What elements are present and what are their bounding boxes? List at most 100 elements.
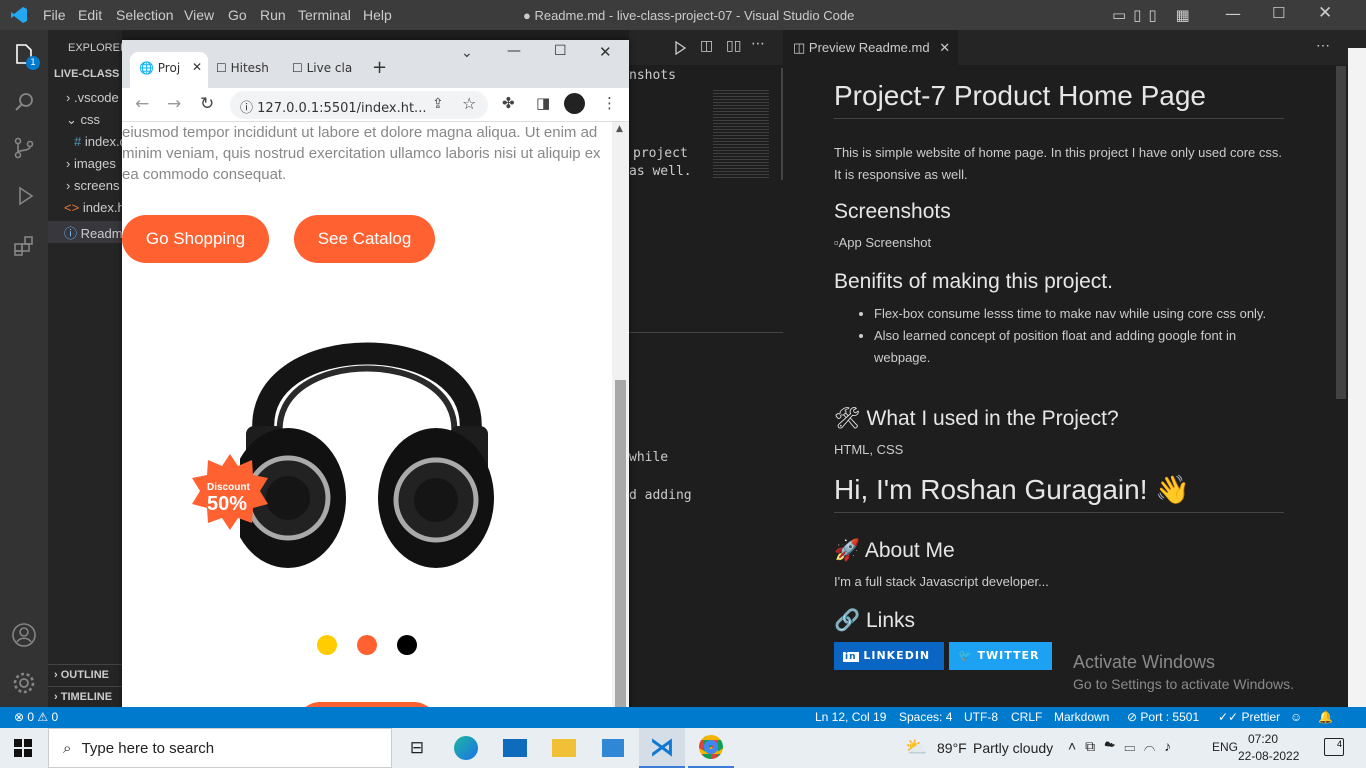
language-mode[interactable]: Markdown bbox=[1054, 710, 1109, 724]
share-icon[interactable]: ⇪ bbox=[432, 96, 444, 112]
account-icon[interactable] bbox=[11, 622, 37, 648]
open-preview-icon[interactable]: ◫ bbox=[700, 38, 713, 54]
tree-item-readme[interactable]: ⓘ Readm bbox=[48, 221, 123, 243]
more-actions-icon[interactable]: ⋯ bbox=[751, 36, 765, 52]
extensions-puzzle-icon[interactable]: ✤ bbox=[502, 94, 515, 112]
clock-date[interactable]: 22-08-2022 bbox=[1238, 749, 1299, 763]
extensions-icon[interactable] bbox=[12, 234, 36, 258]
menu-edit[interactable]: Edit bbox=[78, 7, 102, 23]
split-editor-icon[interactable]: ▯▯ bbox=[726, 38, 741, 54]
browser-menu-icon[interactable]: ⋮ bbox=[602, 94, 617, 112]
css-file-icon: # bbox=[74, 134, 82, 149]
notification-count: 4 bbox=[1336, 739, 1342, 749]
page-scrollbar[interactable]: ▲ bbox=[612, 122, 629, 728]
mail-icon[interactable] bbox=[492, 728, 538, 768]
manage-gear-icon[interactable] bbox=[11, 670, 37, 696]
menu-run[interactable]: Run bbox=[260, 7, 286, 23]
tab-close-icon[interactable]: ✕ bbox=[192, 60, 202, 74]
menu-file[interactable]: File bbox=[43, 7, 66, 23]
timeline-section[interactable]: › TIMELINE bbox=[48, 686, 122, 708]
indentation[interactable]: Spaces: 4 bbox=[899, 710, 952, 724]
clock-time[interactable]: 07:20 bbox=[1248, 732, 1278, 746]
color-dot-yellow[interactable] bbox=[317, 635, 337, 655]
scroll-up-icon[interactable]: ▲ bbox=[616, 124, 623, 134]
forward-icon[interactable]: → bbox=[167, 94, 181, 114]
chrome-taskbar-icon[interactable] bbox=[688, 728, 734, 768]
side-panel-icon[interactable]: ◨ bbox=[536, 94, 550, 112]
tree-item-vscode[interactable]: › .vscode bbox=[66, 90, 119, 105]
browser-tab-2[interactable]: ☐ Hitesh bbox=[216, 61, 286, 75]
tray-icons[interactable]: ˄⧉☁▭⌒♪ bbox=[1068, 738, 1180, 755]
color-dot-orange[interactable] bbox=[357, 635, 377, 655]
go-shopping-button[interactable]: Go Shopping bbox=[122, 215, 269, 263]
menu-terminal[interactable]: Terminal bbox=[298, 7, 351, 23]
bookmark-star-icon[interactable]: ☆ bbox=[462, 94, 476, 113]
tree-item-index-css[interactable]: # index.c bbox=[74, 134, 126, 149]
tree-item-index-html[interactable]: <> index.h bbox=[64, 200, 125, 215]
menu-help[interactable]: Help bbox=[363, 7, 392, 23]
language-indicator[interactable]: ENG bbox=[1212, 740, 1238, 754]
page-body-text: eiusmod tempor incididunt ut labore et d… bbox=[122, 124, 601, 183]
source-control-icon[interactable] bbox=[12, 136, 36, 160]
cursor-position[interactable]: Ln 12, Col 19 bbox=[815, 710, 886, 724]
info-icon[interactable]: ⓘ bbox=[240, 101, 253, 116]
menu-selection[interactable]: Selection bbox=[116, 7, 174, 23]
photos-icon[interactable] bbox=[590, 728, 636, 768]
live-server-port[interactable]: ⊘ Port : 5501 bbox=[1127, 710, 1199, 724]
workspace-root[interactable]: LIVE-CLASS bbox=[54, 68, 119, 80]
taskbar-search[interactable]: ⌕ Type here to search bbox=[48, 728, 392, 768]
linkedin-badge[interactable]: in LINKEDIN bbox=[834, 642, 944, 670]
browser-maximize-icon[interactable]: ☐ bbox=[554, 43, 567, 59]
preview-more-icon[interactable]: ⋯ bbox=[1316, 37, 1330, 54]
minimap[interactable] bbox=[713, 88, 769, 180]
address-bar[interactable]: ⓘ 127.0.0.1:5501/index.ht... bbox=[230, 91, 488, 119]
browser-minimize-icon[interactable]: — bbox=[507, 43, 521, 59]
browser-close-icon[interactable]: ✕ bbox=[599, 43, 612, 61]
page-icon: ☐ bbox=[216, 61, 227, 75]
twitter-badge[interactable]: 🐦 TWITTER bbox=[949, 642, 1052, 670]
profile-avatar[interactable] bbox=[564, 93, 585, 114]
notifications-bell-icon[interactable]: 🔔 bbox=[1318, 710, 1333, 724]
menu-go[interactable]: Go bbox=[228, 7, 247, 23]
browser-tab-active[interactable]: 🌐 Proj ✕ bbox=[130, 52, 208, 88]
vscode-taskbar-icon[interactable]: ⋊ bbox=[639, 728, 685, 768]
preview-tab-close-icon[interactable]: ✕ bbox=[939, 40, 950, 55]
maximize-icon[interactable]: ☐ bbox=[1272, 4, 1285, 22]
line-endings[interactable]: CRLF bbox=[1011, 710, 1042, 724]
layout-icons[interactable]: ▭▯▯ ▦ bbox=[1112, 6, 1197, 24]
feedback-icon[interactable]: ☺ bbox=[1290, 710, 1302, 724]
minimize-icon[interactable]: — bbox=[1225, 4, 1241, 23]
notification-center-icon[interactable]: 4 bbox=[1324, 738, 1344, 756]
preview-tab[interactable]: ◫ Preview Readme.md ✕ bbox=[783, 30, 958, 65]
back-icon[interactable]: ← bbox=[135, 94, 149, 114]
preview-scrollbar[interactable] bbox=[1336, 66, 1346, 399]
start-button[interactable] bbox=[0, 728, 46, 768]
tree-item-images[interactable]: › images bbox=[66, 156, 116, 171]
color-dot-black[interactable] bbox=[397, 635, 417, 655]
menu-view[interactable]: View bbox=[184, 7, 214, 23]
tree-item-css[interactable]: ⌄ css bbox=[66, 112, 100, 128]
search-icon[interactable] bbox=[12, 90, 36, 114]
run-debug-icon[interactable] bbox=[12, 184, 36, 208]
task-view-icon[interactable]: ⊟ bbox=[394, 728, 440, 768]
prettier-status[interactable]: ✓✓ Prettier bbox=[1218, 710, 1280, 724]
outline-section[interactable]: › OUTLINE bbox=[48, 664, 122, 686]
edge-icon[interactable] bbox=[443, 728, 489, 768]
scroll-thumb[interactable] bbox=[615, 380, 626, 728]
reload-icon[interactable]: ↻ bbox=[200, 94, 214, 114]
weather-temp[interactable]: 89°F bbox=[937, 740, 967, 756]
weather-icon[interactable]: ⛅ bbox=[905, 737, 927, 758]
see-catalog-button[interactable]: See Catalog bbox=[294, 215, 435, 263]
tree-item-screenshots[interactable]: › screens bbox=[66, 178, 119, 193]
preview-tab-label: Preview Readme.md bbox=[808, 40, 930, 55]
run-icon[interactable] bbox=[673, 41, 687, 55]
file-explorer-icon[interactable] bbox=[541, 728, 587, 768]
problems-indicator[interactable]: ⊗ 0 ⚠ 0 bbox=[14, 710, 58, 724]
minimap-slider[interactable] bbox=[769, 68, 783, 180]
encoding[interactable]: UTF-8 bbox=[964, 710, 998, 724]
new-tab-icon[interactable]: + bbox=[372, 57, 387, 78]
close-icon[interactable]: ✕ bbox=[1318, 3, 1332, 23]
browser-tab-3[interactable]: ☐ Live cla bbox=[292, 61, 362, 75]
tab-search-icon[interactable]: ⌄ bbox=[461, 45, 473, 61]
weather-text[interactable]: Partly cloudy bbox=[973, 740, 1053, 756]
